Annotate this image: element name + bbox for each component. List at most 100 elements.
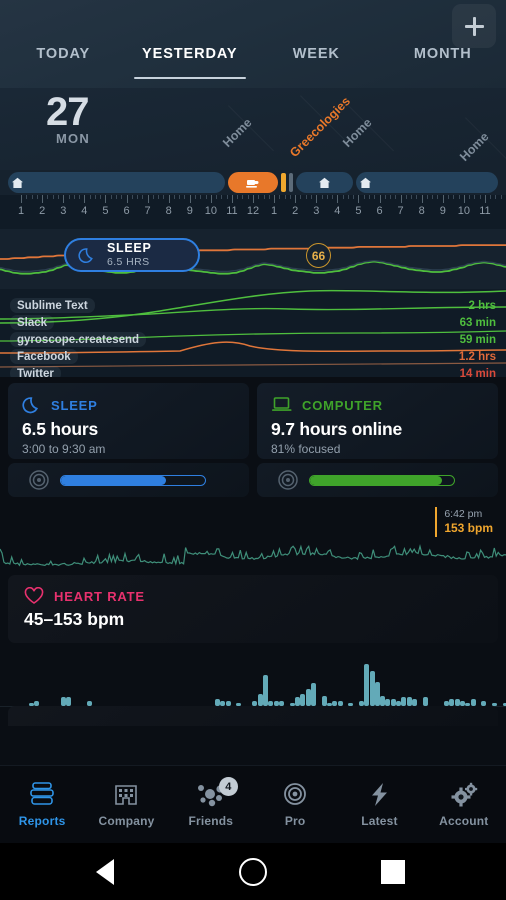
ruler-tick-minor (79, 195, 81, 199)
stack-icon (30, 782, 54, 805)
segment-transit-gray[interactable] (289, 173, 294, 192)
ruler-hour-label: 11 (226, 205, 238, 217)
system-navigation-bar (0, 843, 506, 900)
add-button[interactable] (452, 4, 496, 48)
segment-home-2[interactable] (296, 172, 353, 193)
friends-badge: 4 (218, 777, 238, 796)
ruler-tick-major (105, 195, 107, 203)
ruler-hour-label: 11 (479, 205, 491, 217)
segment-cafe[interactable] (227, 172, 279, 193)
ruler-tick-major (379, 195, 381, 203)
step-bar (412, 699, 418, 706)
ruler-tick-minor (500, 195, 502, 199)
app-name: Twitter (10, 366, 61, 377)
back-icon[interactable] (96, 858, 114, 885)
ruler-tick-minor (458, 195, 460, 199)
app-time: 2 hrs (468, 299, 497, 312)
ruler-tick-minor (110, 195, 112, 199)
app-row-slack[interactable]: Slack 63 min (0, 314, 506, 331)
ruler-tick-minor (137, 195, 139, 199)
app-row-facebook[interactable]: Facebook 1.2 hrs (0, 348, 506, 365)
ruler-tick-minor (247, 195, 249, 199)
ruler-tick-minor (448, 195, 450, 199)
tab-week[interactable]: WEEK (253, 44, 380, 88)
nav-item-reports[interactable]: Reports (0, 781, 84, 828)
progress-card-sleep[interactable] (8, 463, 249, 497)
home-icon (360, 177, 372, 188)
step-bar (374, 681, 380, 706)
ruler-tick-major (274, 195, 276, 203)
app-time: 59 min (459, 333, 496, 346)
segment-home-3[interactable] (355, 172, 499, 193)
ruler-hour-label: 1 (18, 205, 25, 217)
ruler-hour-label: 8 (418, 205, 425, 217)
app-root: TODAY YESTERDAY WEEK MONTH 27 MON Home G… (0, 0, 506, 843)
sleep-pill[interactable]: SLEEP 6.5 HRS (64, 238, 200, 272)
segment-home-1[interactable] (8, 172, 225, 193)
nav-item-company[interactable]: Company (84, 781, 168, 828)
ruler-tick-minor (100, 195, 102, 199)
segment-transit-orange[interactable] (281, 173, 287, 192)
ruler-tick-major (21, 195, 23, 203)
step-bar (305, 688, 311, 706)
ruler-tick-minor (36, 195, 38, 199)
header: TODAY YESTERDAY WEEK MONTH (0, 0, 506, 88)
heart-rate-tooltip-time: 6:42 pm (444, 508, 483, 520)
app-time: 63 min (459, 316, 496, 329)
app-name: gyroscope.createsend (10, 332, 147, 347)
card-heart-rate[interactable]: HEART RATE 45–153 bpm (8, 575, 498, 643)
heart-rate-tooltip-value: 153 bpm (444, 521, 493, 536)
ruler-tick-minor (47, 195, 49, 199)
ruler-tick-major (42, 195, 44, 203)
home-circle-icon[interactable] (239, 857, 267, 886)
ruler-hour-label: 8 (165, 205, 172, 217)
ruler-ticks (0, 195, 506, 204)
ruler-tick-minor (490, 195, 492, 199)
tab-today[interactable]: TODAY (0, 44, 127, 88)
step-bar (406, 697, 412, 706)
app-row-sublime[interactable]: Sublime Text 2 hrs (0, 297, 506, 314)
card-computer-head: COMPUTER (271, 395, 484, 415)
card-computer-title: COMPUTER (302, 397, 383, 413)
card-computer[interactable]: COMPUTER 9.7 hours online 81% focused (257, 383, 498, 459)
nav-item-friends[interactable]: 4 Friends (169, 777, 253, 828)
card-sleep-head: SLEEP (22, 395, 235, 415)
ruler-tick-minor (474, 195, 476, 199)
ruler-tick-major (442, 195, 444, 203)
tab-bar: TODAY YESTERDAY WEEK MONTH (0, 44, 506, 88)
app-row-gyroscope[interactable]: gyroscope.createsend 59 min (0, 331, 506, 348)
ruler-hour-label: 2 (39, 205, 46, 217)
date-day-name: MON (56, 131, 90, 146)
next-card-peek[interactable] (8, 706, 498, 726)
ruler-tick-minor (226, 195, 228, 199)
progress-card-computer[interactable] (257, 463, 498, 497)
hour-ruler: 1 2 3 4 5 6 7 8 9 10 11 12 1 2 3 4 5 6 7 8 9 10 11 (0, 195, 506, 229)
ruler-hour-label: 7 (144, 205, 151, 217)
nav-item-account[interactable]: Account (422, 781, 506, 828)
progress-bar-sleep (60, 474, 206, 486)
ruler-tick-minor (131, 195, 133, 199)
nav-item-latest[interactable]: Latest (337, 781, 421, 828)
recents-icon[interactable] (381, 859, 405, 884)
ruler-tick-minor (284, 195, 286, 199)
tab-yesterday[interactable]: YESTERDAY (127, 44, 254, 88)
ruler-hour-label: 9 (439, 205, 446, 217)
ruler-tick-minor (173, 195, 175, 199)
ruler-hour-label: 9 (186, 205, 193, 217)
app-time: 1.2 hrs (458, 350, 496, 363)
ruler-tick-minor (305, 195, 307, 199)
location-label-home-1: Home (220, 115, 255, 150)
tab-month[interactable]: MONTH (380, 44, 506, 88)
app-row-twitter[interactable]: Twitter 14 min (0, 365, 506, 377)
ruler-tick-minor (268, 195, 270, 199)
target-icon (284, 783, 307, 805)
ruler-tick-minor (57, 195, 59, 199)
card-sleep[interactable]: SLEEP 6.5 hours 3:00 to 9:30 am (8, 383, 249, 459)
ruler-tick-minor (142, 195, 144, 199)
score-badge[interactable]: 66 (306, 243, 331, 268)
nav-item-pro[interactable]: Pro (253, 781, 337, 828)
ruler-hour-label: 5 (102, 205, 109, 217)
ruler-tick-minor (332, 195, 334, 199)
card-computer-subtitle: 81% focused (271, 442, 341, 456)
step-bar (60, 697, 66, 706)
